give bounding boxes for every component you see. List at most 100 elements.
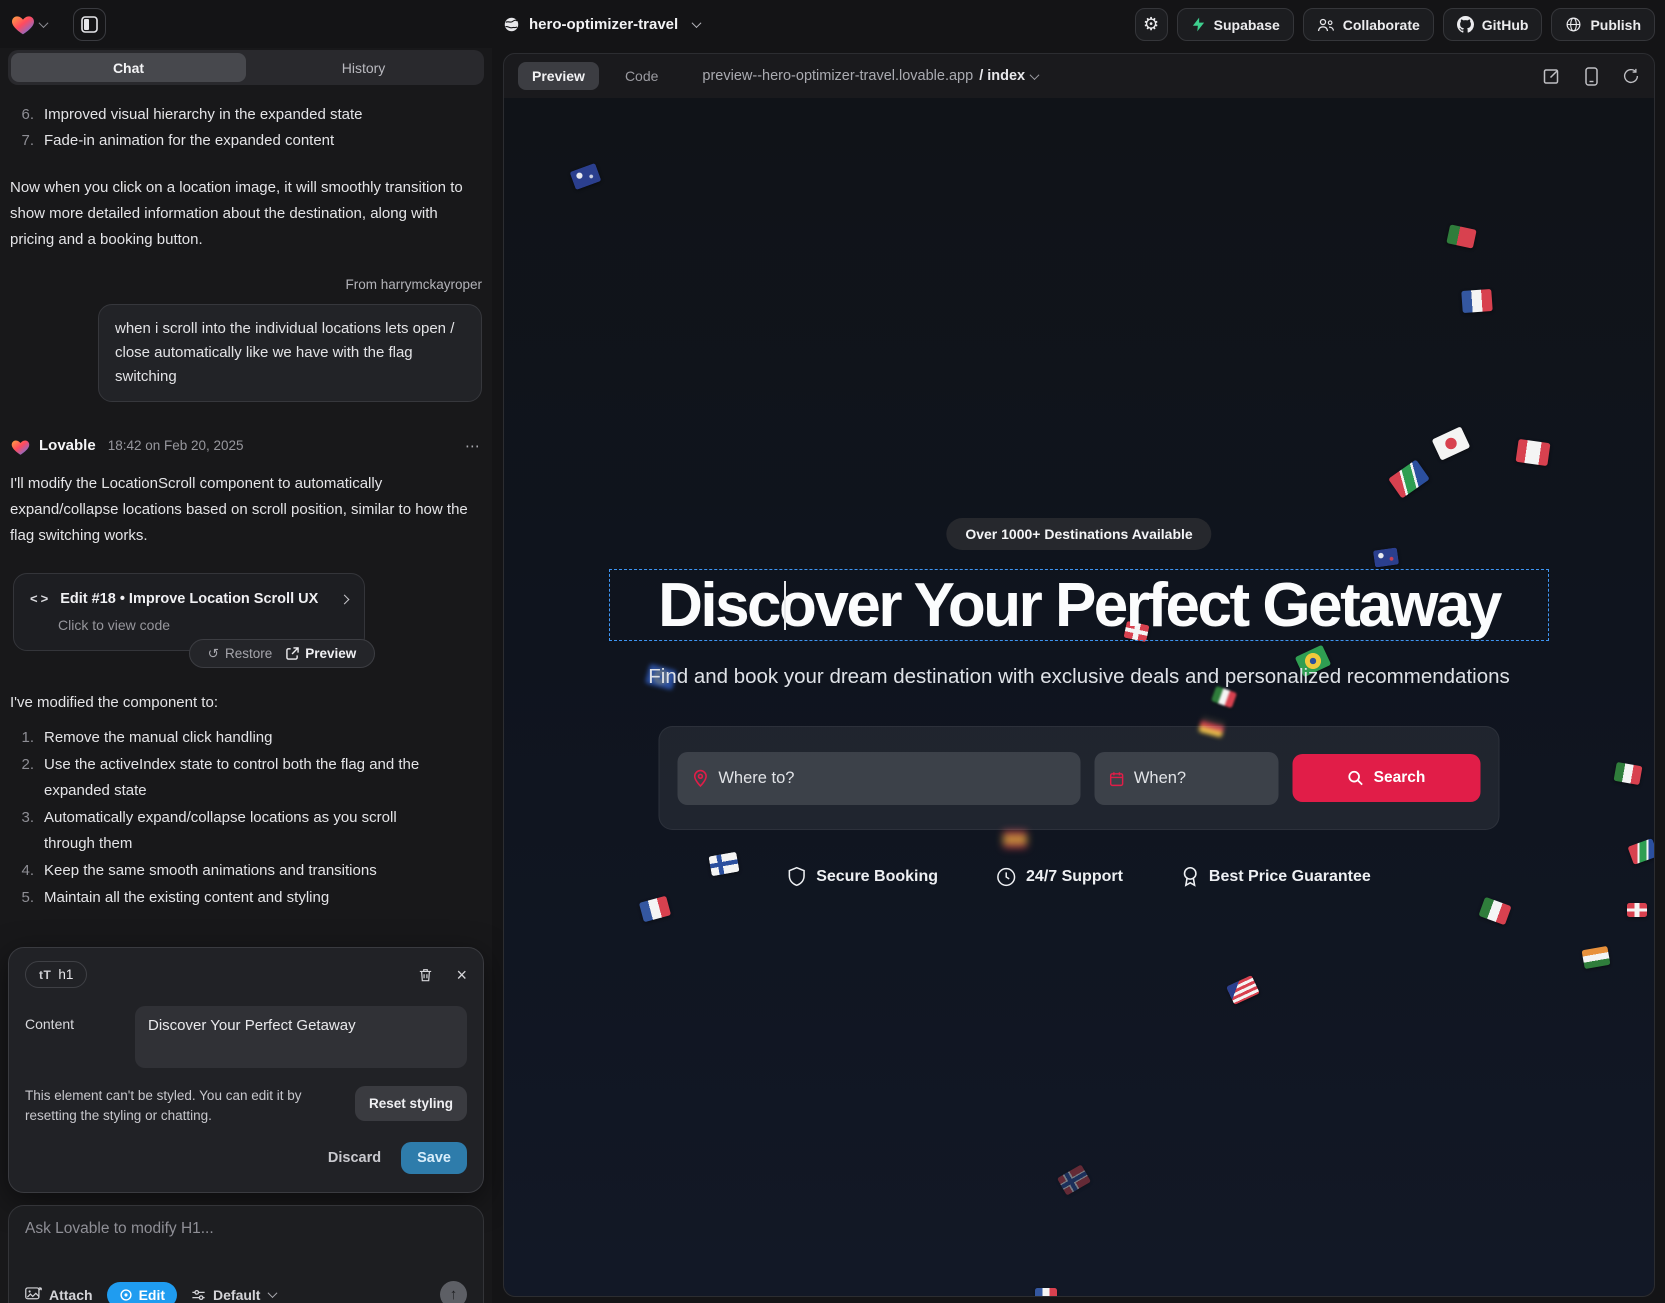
destinations-badge: Over 1000+ Destinations Available xyxy=(946,518,1211,550)
refresh-icon[interactable] xyxy=(1622,67,1640,85)
flag-fr-icon xyxy=(639,896,671,923)
default-mode-dropdown[interactable]: Default xyxy=(191,1287,276,1303)
element-editor-panel: tT h1 × Content Discover Your Perfect Ge… xyxy=(8,947,484,1193)
tab-code[interactable]: Code xyxy=(611,62,672,90)
chat-messages[interactable]: 6. Improved visual hierarchy in the expa… xyxy=(0,102,492,911)
shield-icon xyxy=(787,866,806,887)
mobile-view-icon[interactable] xyxy=(1585,67,1598,86)
assistant-modified-intro: I've modified the component to: xyxy=(10,690,482,716)
external-link-icon xyxy=(286,647,299,660)
assistant-paragraph: Now when you click on a location image, … xyxy=(10,175,482,253)
github-icon xyxy=(1457,16,1474,33)
list-item: 3.Automatically expand/collapse location… xyxy=(10,805,482,857)
element-tag-label: h1 xyxy=(58,967,73,982)
chevron-down-icon xyxy=(692,18,702,28)
close-icon[interactable]: × xyxy=(456,966,467,984)
more-menu-icon[interactable]: ⋯ xyxy=(465,433,482,459)
collaborate-button[interactable]: Collaborate xyxy=(1303,8,1434,41)
project-switcher[interactable]: hero-optimizer-travel xyxy=(503,0,700,48)
send-arrow-icon: ↑ xyxy=(450,1286,458,1303)
list-item: 4.Keep the same smooth animations and tr… xyxy=(10,858,482,884)
search-card: Search xyxy=(659,726,1500,830)
globe-icon xyxy=(503,16,520,33)
flag-fr-icon xyxy=(1035,1288,1057,1296)
flag-za-icon xyxy=(1628,838,1654,865)
save-button[interactable]: Save xyxy=(401,1142,467,1174)
flag-mx-icon xyxy=(1211,686,1237,709)
flag-us-icon xyxy=(1226,975,1260,1005)
restore-button[interactable]: ↺ Restore xyxy=(208,641,273,667)
search-icon xyxy=(1348,770,1364,786)
chat-input-panel: Attach Edit Default ↑ xyxy=(8,1205,484,1303)
flag-fi-icon xyxy=(708,852,739,877)
publish-button[interactable]: Publish xyxy=(1551,8,1655,41)
edit-mode-button[interactable]: Edit xyxy=(107,1282,177,1303)
tab-chat[interactable]: Chat xyxy=(11,53,246,82)
flag-pt-icon xyxy=(1446,225,1476,249)
preview-panel: Preview Code preview--hero-optimizer-tra… xyxy=(503,53,1655,1297)
chat-input-field[interactable] xyxy=(25,1220,467,1276)
from-label: From harrymckayroper xyxy=(10,276,482,294)
sidebar-toggle-button[interactable] xyxy=(73,8,106,41)
trash-icon[interactable] xyxy=(417,966,434,984)
styling-note: This element can't be styled. You can ed… xyxy=(25,1086,325,1126)
when-input[interactable] xyxy=(1134,769,1264,788)
when-input-wrap xyxy=(1095,752,1279,805)
tab-history[interactable]: History xyxy=(246,53,481,82)
search-button[interactable]: Search xyxy=(1293,754,1481,802)
preview-viewport: Over 1000+ Destinations Available Discov… xyxy=(504,98,1654,1296)
list-item: 5.Maintain all the existing content and … xyxy=(10,885,482,911)
assistant-steps-list: 1.Remove the manual click handling 2.Use… xyxy=(10,725,482,911)
flag-in-icon xyxy=(1582,946,1611,969)
preview-url[interactable]: preview--hero-optimizer-travel.lovable.a… xyxy=(702,68,1038,84)
map-pin-icon xyxy=(693,769,709,788)
selected-h1-element[interactable]: Discover Your Perfect Getaway xyxy=(609,569,1549,641)
supabase-icon xyxy=(1191,16,1206,33)
flag-no-icon xyxy=(1057,1164,1091,1195)
feature-best-price: Best Price Guarantee xyxy=(1181,866,1371,887)
sliders-icon xyxy=(191,1288,206,1302)
clock-icon xyxy=(996,867,1016,887)
attach-button[interactable]: Attach xyxy=(25,1287,93,1303)
settings-button[interactable]: ⚙ xyxy=(1135,8,1168,41)
target-icon xyxy=(119,1288,133,1302)
where-input[interactable] xyxy=(718,769,1065,788)
award-icon xyxy=(1181,866,1199,887)
url-domain: preview--hero-optimizer-travel.lovable.a… xyxy=(702,68,973,84)
tab-preview[interactable]: Preview xyxy=(518,62,599,90)
hero-subtitle: Find and book your dream destination wit… xyxy=(614,665,1544,689)
chat-sidebar: Chat History 6. Improved visual hierarch… xyxy=(0,48,492,1303)
lovable-heart-icon xyxy=(10,437,31,456)
text-type-icon: tT xyxy=(39,968,51,982)
publish-globe-icon xyxy=(1565,16,1582,33)
flag-mx-icon xyxy=(1478,897,1511,925)
list-item: 6. Improved visual hierarchy in the expa… xyxy=(10,102,482,128)
url-path: / index xyxy=(979,68,1025,84)
send-button[interactable]: ↑ xyxy=(440,1281,467,1303)
chevron-right-icon xyxy=(340,594,350,604)
flag-jp-icon xyxy=(1432,427,1471,461)
flag-za-icon xyxy=(1388,459,1430,498)
element-tag-pill[interactable]: tT h1 xyxy=(25,961,87,988)
people-icon xyxy=(1317,17,1335,33)
discard-button[interactable]: Discard xyxy=(328,1150,381,1166)
lovable-logo[interactable] xyxy=(10,12,47,36)
assistant-header: Lovable 18:42 on Feb 20, 2025 ⋯ xyxy=(10,433,482,459)
content-textarea[interactable]: Discover Your Perfect Getaway xyxy=(135,1006,467,1068)
where-input-wrap xyxy=(678,752,1081,805)
image-icon xyxy=(25,1287,42,1302)
flag-nz-icon xyxy=(1373,548,1399,568)
assistant-name: Lovable xyxy=(39,433,96,459)
reset-styling-button[interactable]: Reset styling xyxy=(355,1086,467,1121)
github-button[interactable]: GitHub xyxy=(1443,8,1543,41)
flag-ca-icon xyxy=(1516,439,1551,466)
sidebar-tabs: Chat History xyxy=(8,50,484,85)
assistant-intro: I'll modify the LocationScroll component… xyxy=(10,471,482,549)
chevron-down-icon xyxy=(1030,70,1040,80)
text-caret xyxy=(784,581,786,630)
flags-layer xyxy=(504,98,1654,1296)
preview-button[interactable]: Preview xyxy=(286,641,356,667)
content-label: Content xyxy=(25,1006,135,1068)
open-in-new-window-icon[interactable] xyxy=(1543,67,1561,85)
supabase-button[interactable]: Supabase xyxy=(1177,8,1294,41)
